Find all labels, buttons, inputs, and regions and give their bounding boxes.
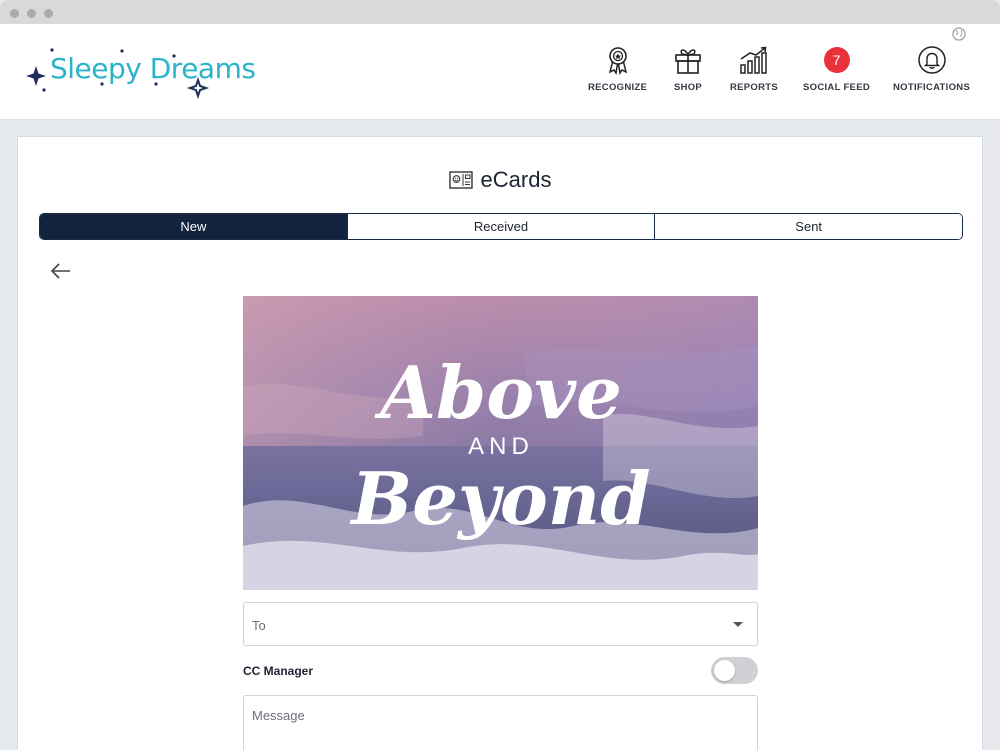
nav-reports-label: REPORTS [730,82,779,93]
nav-notifications[interactable]: NOTIFICATIONS [893,44,970,104]
app-header: Sleepy Dreams RECOGNIZE SHOP REPORTS 7 S… [0,24,1000,120]
ecards-panel: eCards New Received Sent Above AND Beyon… [17,136,983,750]
ecard-preview-image[interactable]: Above AND Beyond [243,296,758,590]
page-title-row: eCards [18,167,982,193]
back-arrow-icon[interactable] [50,263,72,279]
cc-manager-toggle[interactable] [711,657,758,684]
page-title: eCards [480,167,552,192]
tab-received[interactable]: Received [346,214,655,239]
chevron-down-icon[interactable] [733,622,743,627]
brand-logo[interactable]: Sleepy Dreams [22,46,262,102]
recipient-input[interactable] [252,615,712,635]
nav-recognize[interactable]: RECOGNIZE [588,44,647,104]
nav-recognize-label: RECOGNIZE [588,82,648,93]
bar-chart-icon [738,44,770,76]
tab-new[interactable]: New [40,214,347,239]
bell-icon [916,44,948,76]
nav-notifications-label: NOTIFICATIONS [893,82,971,93]
brand-name: Sleepy Dreams [50,52,256,85]
recipient-select[interactable] [243,602,758,646]
window-dot [10,9,19,18]
tab-sent[interactable]: Sent [654,214,962,239]
cc-manager-label: CC Manager [243,664,314,678]
browser-chrome [0,0,1000,24]
window-dot [44,9,53,18]
nav-shop-label: SHOP [673,82,703,93]
award-ribbon-icon [602,44,634,76]
ecard-tabs: New Received Sent [39,213,963,240]
nav-social-feed-label: SOCIAL FEED [803,82,870,93]
ecard-line-3: Beyond [349,456,650,541]
window-dot [27,9,36,18]
ecard-icon [448,171,473,189]
nav-shop[interactable]: SHOP [672,44,704,104]
nav-reports[interactable]: REPORTS [730,44,778,104]
globe-icon[interactable] [952,27,966,41]
nav-social-feed[interactable]: 7 SOCIAL FEED [803,44,870,104]
notification-count-badge: 7 [823,47,850,73]
message-field[interactable] [243,695,758,750]
ecard-line-1: Above [374,350,622,435]
gift-icon [672,44,704,76]
toggle-knob [714,660,735,681]
message-textarea[interactable] [252,708,747,750]
